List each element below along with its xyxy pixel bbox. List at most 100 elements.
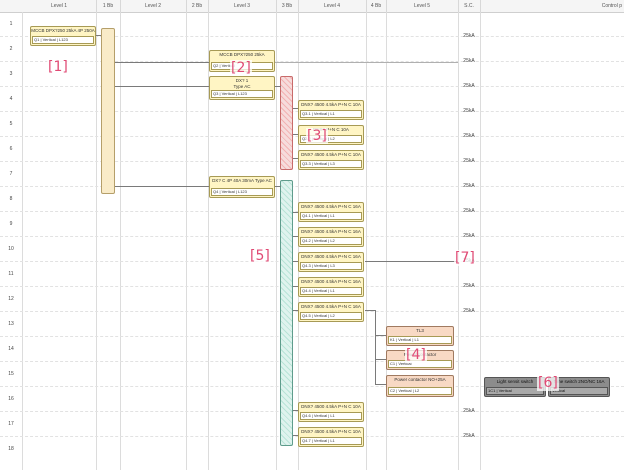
row-number: 14: [8, 346, 14, 352]
col-busbar-3: 3 Bb: [276, 0, 299, 12]
device-title: DNX? 4500 4.5kA P+N C 10A: [301, 404, 361, 409]
short-circuit-value: 25kA: [463, 158, 475, 164]
device-footer: Q4 | Vertical | L123: [211, 188, 273, 196]
mcb-q4-6[interactable]: DNX? 4500 4.5kA P+N C 10A Q4.6 | Vertica…: [298, 402, 364, 422]
mcb-q3-3[interactable]: DNX? 4500 4.5kA P+N C 10A Q3.3 | Vertica…: [298, 150, 364, 170]
short-circuit-value: 25kA: [463, 208, 475, 214]
wire: [375, 335, 386, 336]
device-title: MCCB DPX?250 25kA 4P 250A: [31, 28, 95, 33]
col-level-1: Level 1: [22, 0, 97, 12]
mccb-main-breaker[interactable]: MCCB DPX?250 25kA 4P 250A Q1 | Vertical …: [30, 26, 96, 46]
grid-row: 3: [0, 62, 624, 87]
device-footer: Q3.1 | Vertical | L1: [300, 110, 362, 118]
mcb-q4-3[interactable]: DNX? 4500 4.5kA P+N C 16A Q4.3 | Vertica…: [298, 252, 364, 272]
device-title: DNX? 4500 4.5kA P+N C 16A: [301, 204, 361, 209]
device-footer: Q4.3 | Vertical | L3: [300, 262, 362, 270]
device-title: DNX? 4500 4.5kA P+N C 10A: [301, 429, 361, 434]
callout-5: [5]: [249, 248, 271, 264]
callout-2: [2]: [230, 60, 252, 76]
row-number: 5: [9, 121, 13, 127]
device-footer: Q4.5 | Vertical | L2: [300, 312, 362, 320]
callout-6: [6]: [537, 375, 559, 391]
busbar-q4[interactable]: [280, 180, 293, 446]
row-number: 18: [8, 446, 14, 452]
device-title: DNX? 4500 4.5kA P+N C 16A: [301, 279, 361, 284]
callout-4: [4]: [405, 347, 427, 363]
device-title: DX? C 4P 40A 30mA Type AC: [212, 178, 272, 183]
wire: [115, 186, 209, 187]
col-busbar-1: 1 Bb: [96, 0, 121, 12]
row-number: 3: [9, 71, 13, 77]
device-title: DNX? 4500 4.5kA P+N C 16A: [301, 229, 361, 234]
callout-1: [1]: [47, 59, 69, 75]
short-circuit-value: 25kA: [463, 408, 475, 414]
short-circuit-value: 25kA: [463, 308, 475, 314]
device-title: MCCB DPX?250 25kA: [219, 52, 265, 57]
short-circuit-value: 25kA: [463, 233, 475, 239]
device-title: DNX? 4500 4.5kA P+N C 16A: [301, 304, 361, 309]
row-number: 8: [9, 196, 13, 202]
device-footer: Q4.4 | Vertical | L1: [300, 287, 362, 295]
device-title: DNX? 4500 4.5kA P+N C 16A: [301, 254, 361, 259]
row-number: 7: [9, 171, 13, 177]
busbar-q3[interactable]: [280, 76, 293, 170]
row-number: 16: [8, 396, 14, 402]
mcb-q4-2[interactable]: DNX? 4500 4.5kA P+N C 16A Q4.2 | Vertica…: [298, 227, 364, 247]
col-level-2: Level 2: [120, 0, 187, 12]
wire: [274, 62, 458, 63]
device-subtitle: Type AC: [233, 84, 251, 89]
device-title: Light sensit switch: [496, 379, 534, 384]
device-title: TL3: [416, 328, 424, 333]
device-footer: K1 | Vertical | L1: [388, 336, 452, 344]
wire: [365, 261, 458, 262]
mcb-q4-1[interactable]: DNX? 4500 4.5kA P+N C 16A Q4.1 | Vertica…: [298, 202, 364, 222]
wire: [375, 359, 386, 360]
row-number: 2: [9, 46, 13, 52]
rcd-q4[interactable]: DX? C 4P 40A 30mA Type AC Q4 | Vertical …: [209, 176, 275, 198]
busbar-level-1[interactable]: [101, 28, 115, 194]
row-number: 17: [8, 421, 14, 427]
wire: [365, 310, 375, 311]
col-control-panel: Control p: [601, 3, 622, 9]
short-circuit-value: 25kA: [463, 283, 475, 289]
device-footer: Q4.2 | Vertical | L2: [300, 237, 362, 245]
row-number: 1: [9, 21, 13, 27]
device-footer: Q3.3 | Vertical | L3: [300, 160, 362, 168]
mcb-q3-1[interactable]: DNX? 4500 4.5kA P+N C 10A Q3.1 | Vertica…: [298, 100, 364, 120]
wire: [274, 86, 281, 87]
row-number: 10: [8, 246, 14, 252]
short-circuit-value: 25kA: [463, 58, 475, 64]
row-number: 13: [8, 321, 14, 327]
device-footer: C2 | Vertical | L2: [388, 387, 452, 395]
device-title: Power contactor NO+25A: [394, 377, 446, 382]
short-circuit-value: 25kA: [463, 133, 475, 139]
mcb-q4-5[interactable]: DNX? 4500 4.5kA P+N C 16A Q4.5 | Vertica…: [298, 302, 364, 322]
callout-7: [7]: [454, 250, 476, 266]
device-footer: 1C1 | Vertical: [486, 387, 544, 395]
col-level-4: Level 4: [298, 0, 367, 12]
rcd-q3[interactable]: DX? 1 Type AC Q3 | Vertical | L123: [209, 76, 275, 100]
row-number: 6: [9, 146, 13, 152]
device-title: DNX? 4500 4.5kA P+N C 10A: [301, 102, 361, 107]
wire: [375, 384, 386, 385]
col-busbar-2: 2 Bb: [186, 0, 209, 12]
short-circuit-value: 25kA: [463, 83, 475, 89]
short-circuit-value: 25kA: [463, 108, 475, 114]
row-number: 15: [8, 371, 14, 377]
wire: [115, 86, 209, 87]
device-title: DNX? 4500 4.5kA P+N C 10A: [301, 152, 361, 157]
mcb-q4-4[interactable]: DNX? 4500 4.5kA P+N C 16A Q4.4 | Vertica…: [298, 277, 364, 297]
short-circuit-value: 25kA: [463, 183, 475, 189]
mcb-q4-7[interactable]: DNX? 4500 4.5kA P+N C 10A Q4.7 | Vertica…: [298, 427, 364, 447]
row-number: 9: [9, 221, 13, 227]
row-number: 11: [8, 271, 14, 277]
short-circuit-value: 25kA: [463, 433, 475, 439]
callout-3: [3]: [306, 128, 328, 144]
col-level-5: Level 5: [386, 0, 459, 12]
row-number: 12: [8, 296, 14, 302]
power-contactor-c2[interactable]: Power contactor NO+25A C2 | Vertical | L…: [386, 375, 454, 397]
impulse-relay-tl[interactable]: TL3 K1 | Vertical | L1: [386, 326, 454, 346]
wire: [375, 310, 376, 385]
col-busbar-4: 4 Bb: [366, 0, 387, 12]
device-footer: Q1 | Vertical | L123: [32, 36, 94, 44]
